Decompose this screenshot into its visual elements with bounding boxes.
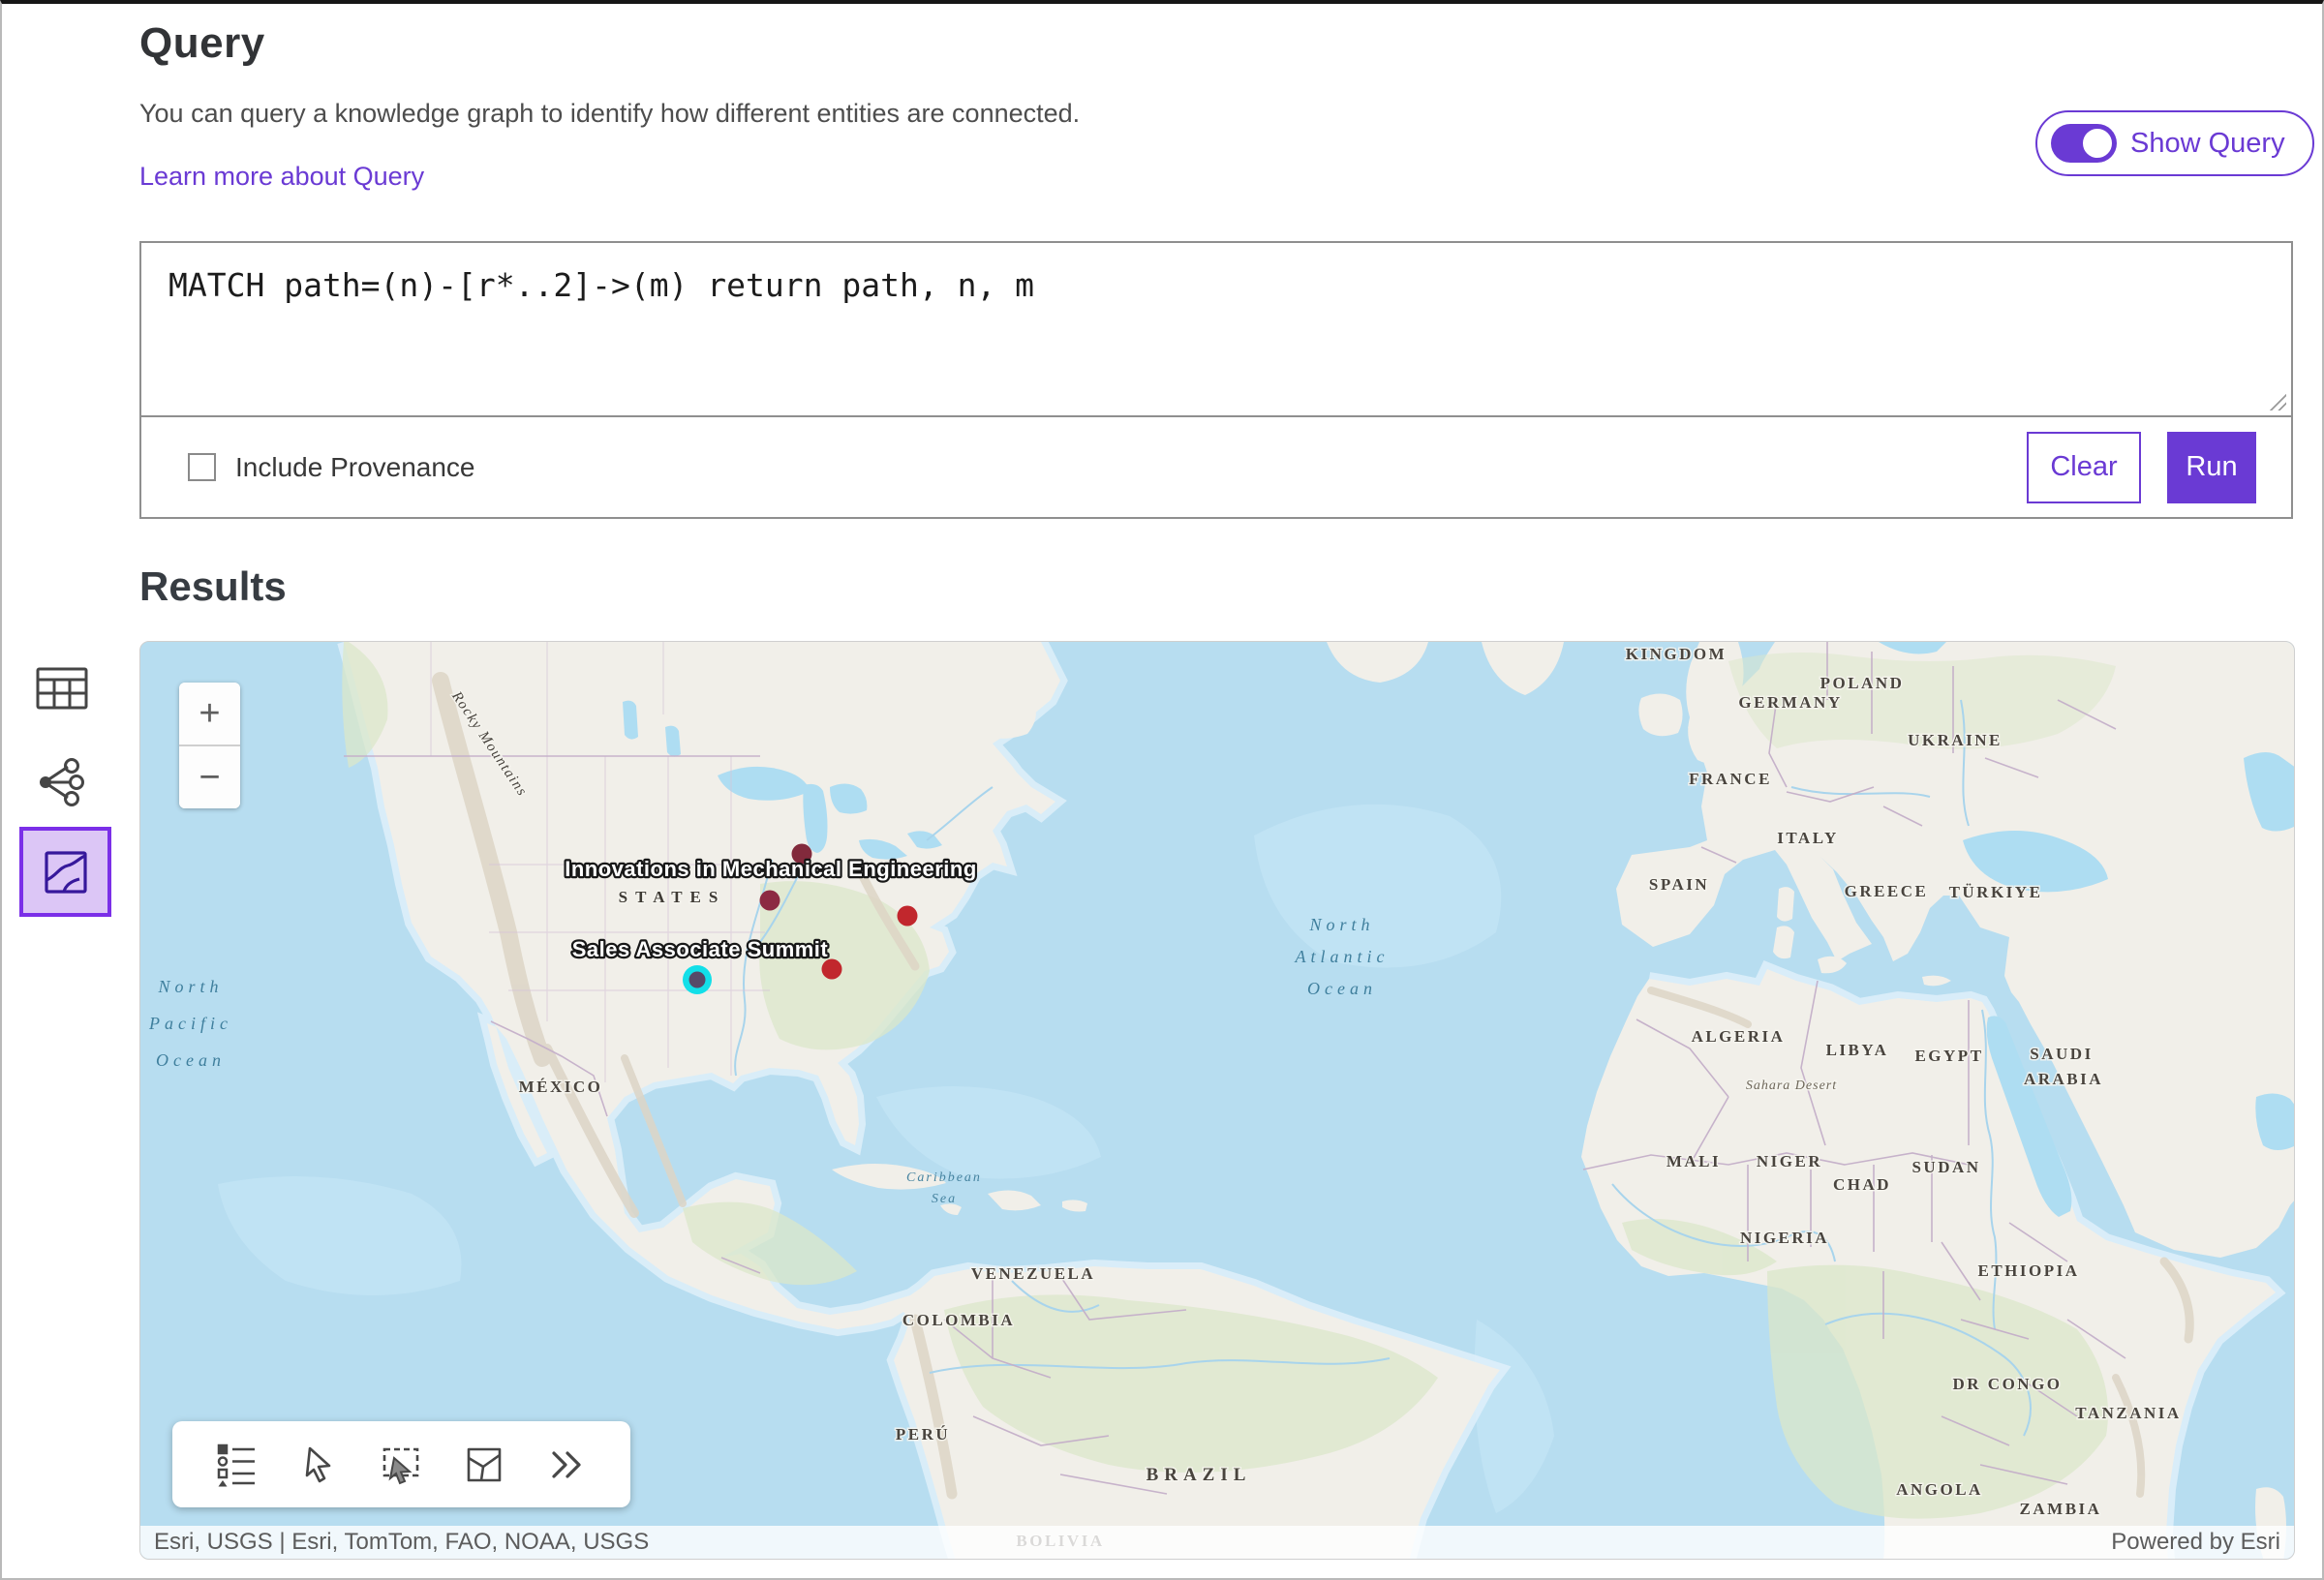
map-label-colombia: COLOMBIA — [902, 1311, 1015, 1329]
pointer-select-button[interactable] — [295, 1442, 342, 1488]
map-label-chad: CHAD — [1833, 1175, 1891, 1194]
query-editor[interactable]: MATCH path=(n)-[r*..2]->(m) return path,… — [141, 243, 2291, 415]
map-marker[interactable] — [898, 906, 918, 927]
map-label-sahara-desert: Sahara Desert — [1746, 1079, 1837, 1093]
zoom-out-button[interactable]: − — [179, 746, 240, 808]
page-description: You can query a knowledge graph to ident… — [139, 99, 1080, 129]
query-page: Query You can query a knowledge graph to… — [0, 0, 2324, 1580]
map-label-poland: POLAND — [1820, 674, 1905, 692]
map-label-brazil: BRAZIL — [1147, 1465, 1252, 1485]
select-rectangle-button[interactable] — [379, 1442, 425, 1488]
map-label-ethiopia: ETHIOPIA — [1977, 1261, 2079, 1280]
attribution-sources: Esri, USGS | Esri, TomTom, FAO, NOAA, US… — [154, 1529, 649, 1556]
map-label-north: North — [1308, 915, 1374, 934]
map-icon — [43, 849, 89, 896]
map-label-saudi: SAUDI — [2030, 1045, 2093, 1063]
rail-item-table[interactable] — [31, 664, 93, 713]
map-label-caribbean: Caribbean — [906, 1170, 982, 1185]
map-label-m-xico: MÉXICO — [519, 1078, 603, 1096]
map-label-venezuela: VENEZUELA — [971, 1264, 1095, 1283]
more-tools-button[interactable] — [543, 1442, 590, 1488]
map-label-ocean: Ocean — [1307, 979, 1377, 998]
zoom-in-button[interactable]: + — [179, 683, 240, 744]
results-map[interactable]: KINGDOM POLANDGERMANY UKRAINE FRANCE ITALY SP… — [139, 641, 2295, 1560]
show-query-label: Show Query — [2130, 128, 2285, 160]
map-label-mali: MALI — [1667, 1152, 1721, 1170]
map-marker[interactable] — [760, 891, 780, 911]
map-label-angola: ANGOLA — [1896, 1480, 1983, 1499]
cursor-icon — [301, 1445, 336, 1484]
map-label-per-: PERÚ — [896, 1425, 950, 1443]
show-query-toggle[interactable]: Show Query — [2035, 110, 2314, 176]
lasso-select-icon — [465, 1445, 504, 1484]
query-footer: Include Provenance Clear Run — [141, 417, 2291, 517]
learn-more-link[interactable]: Learn more about Query — [139, 162, 424, 192]
include-provenance-checkbox[interactable] — [188, 453, 216, 481]
map-label-greece: GREECE — [1845, 882, 1929, 900]
map-label-kingdom: KINGDOM — [1626, 645, 1727, 663]
map-label-pacific: Pacific — [148, 1014, 232, 1033]
toggle-on-icon[interactable] — [2051, 124, 2117, 163]
map-label-niger: NIGER — [1757, 1152, 1822, 1170]
query-editor-wrap: MATCH path=(n)-[r*..2]->(m) return path,… — [141, 243, 2291, 417]
map-label-arabia: ARABIA — [2024, 1070, 2103, 1088]
legend-icon — [216, 1443, 257, 1487]
link-chart-icon — [37, 757, 87, 807]
entity-label: Sales Associate Summit — [572, 937, 829, 961]
map-label-dr-congo: DR CONGO — [1952, 1375, 2062, 1393]
map-label-spain: SPAIN — [1649, 875, 1709, 894]
toggle-knob — [2081, 127, 2114, 160]
map-label-t-rkiye: TÜRKIYE — [1949, 883, 2043, 901]
map-label-germany: GERMANY — [1738, 693, 1842, 712]
map-marker-selected[interactable] — [689, 972, 706, 988]
map-label-tanzania: TANZANIA — [2075, 1404, 2181, 1422]
rail-item-map[interactable] — [19, 827, 111, 917]
legend-button[interactable] — [213, 1442, 260, 1488]
rail-item-link-chart[interactable] — [31, 757, 93, 807]
map-label-ukraine: UKRAINE — [1908, 731, 2003, 749]
entity-label: Innovations in Mechanical Engineering — [565, 857, 977, 881]
map-marker[interactable] — [822, 959, 842, 980]
select-rectangle-icon — [381, 1444, 423, 1485]
table-icon — [35, 666, 89, 711]
map-label-sudan: SUDAN — [1911, 1158, 1980, 1176]
clear-button[interactable]: Clear — [2027, 432, 2141, 503]
include-provenance-label[interactable]: Include Provenance — [235, 452, 475, 483]
map-label-zambia: ZAMBIA — [2020, 1500, 2102, 1518]
page-title: Query — [139, 19, 265, 68]
map-label-states: STATES — [619, 888, 726, 906]
map-toolbar — [172, 1421, 630, 1507]
query-panel: MATCH path=(n)-[r*..2]->(m) return path,… — [139, 241, 2293, 519]
map-label-algeria: ALGERIA — [1692, 1027, 1786, 1046]
map-attribution: Esri, USGS | Esri, TomTom, FAO, NOAA, US… — [140, 1526, 2294, 1559]
map-label-libya: LIBYA — [1826, 1041, 1889, 1059]
map-label-north: North — [157, 977, 223, 996]
map-label-sea: Sea — [932, 1192, 957, 1206]
map-label-ocean: Ocean — [156, 1050, 226, 1070]
results-title: Results — [139, 563, 287, 610]
map-label-nigeria: NIGERIA — [1740, 1229, 1829, 1247]
map-label-italy: ITALY — [1777, 829, 1839, 847]
run-button[interactable]: Run — [2167, 432, 2256, 503]
powered-by-esri: Powered by Esri — [2111, 1529, 2280, 1556]
double-chevron-right-icon — [547, 1447, 586, 1482]
lasso-select-button[interactable] — [461, 1442, 507, 1488]
map-label-atlantic: Atlantic — [1295, 947, 1390, 966]
map-label-egypt: EGYPT — [1914, 1047, 1983, 1065]
zoom-control: + − — [179, 683, 240, 808]
map-label-france: FRANCE — [1689, 770, 1772, 788]
